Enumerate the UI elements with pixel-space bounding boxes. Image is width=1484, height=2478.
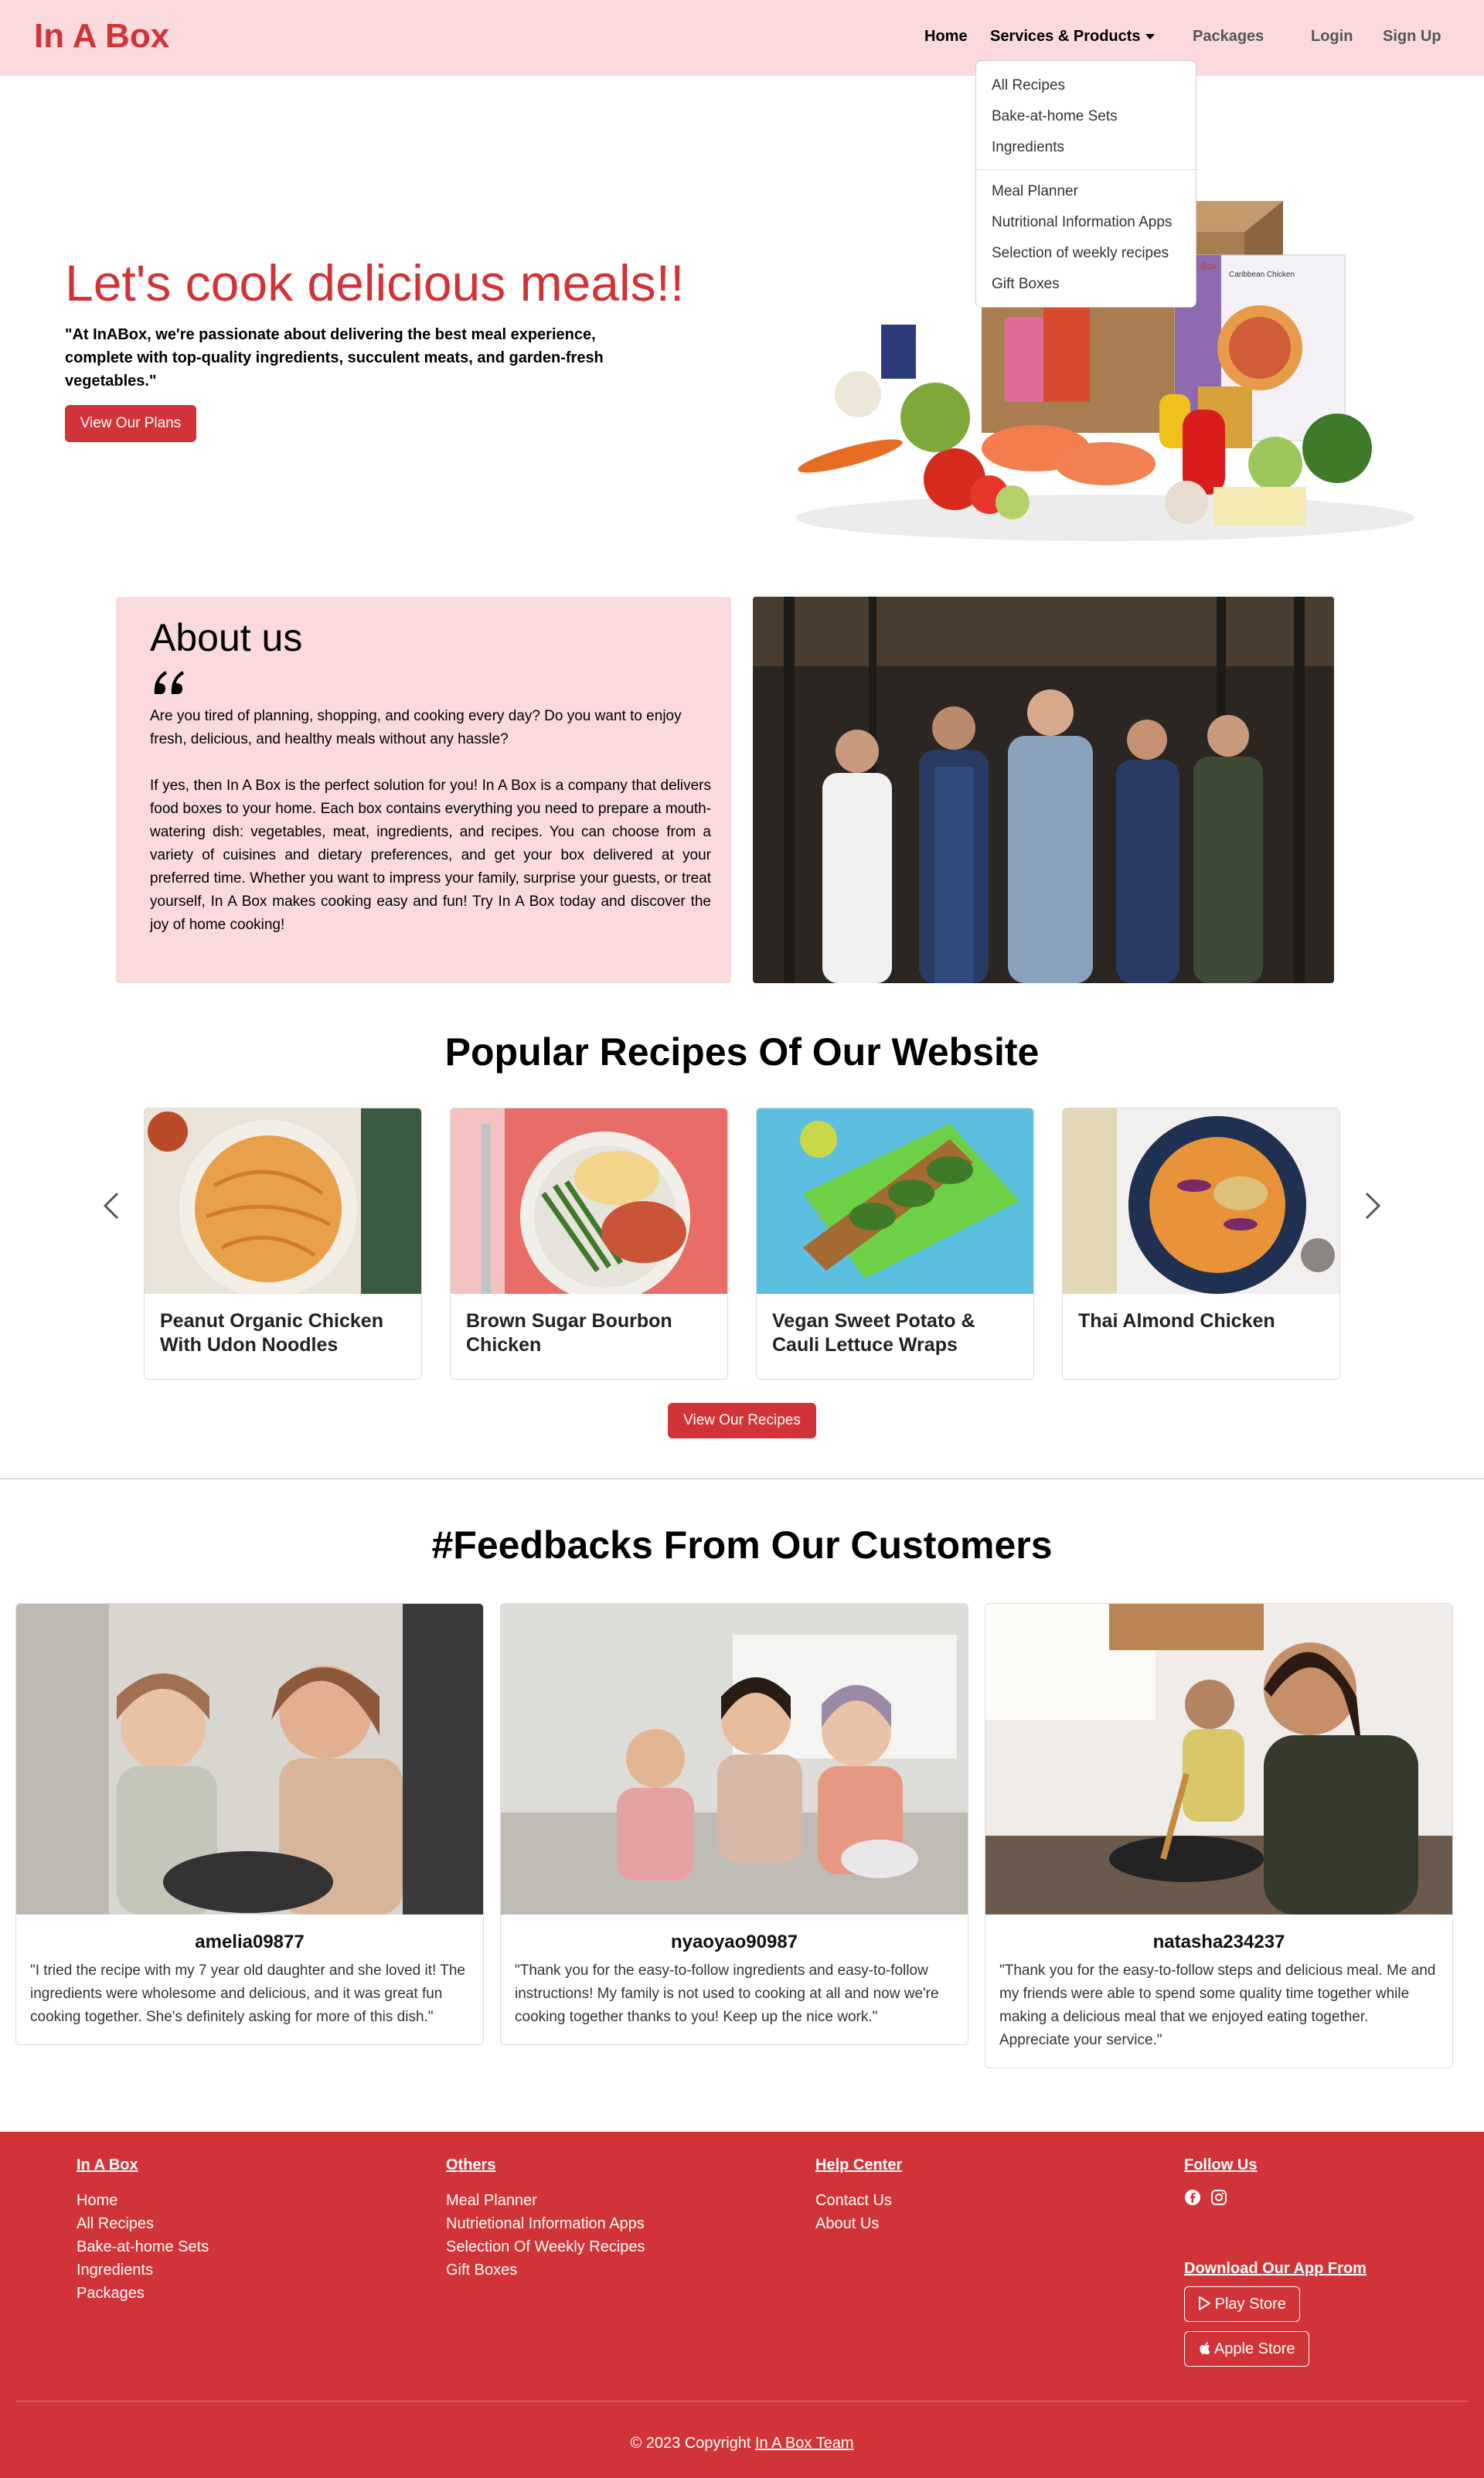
- recipe-image: [1063, 1108, 1339, 1294]
- play-icon: [1199, 2296, 1211, 2311]
- caret-down-icon: [1145, 34, 1155, 40]
- hero-card-title: Caribbean Chicken: [1229, 271, 1295, 279]
- about-paragraph-1: Are you tired of planning, shopping, and…: [150, 708, 682, 747]
- footer-heading[interactable]: Others: [446, 2156, 645, 2175]
- facebook-icon[interactable]: [1184, 2189, 1201, 2206]
- dropdown-item-ingredients[interactable]: Ingredients: [976, 132, 1196, 163]
- feedback-card: amelia09877 "I tried the recipe with my …: [15, 1603, 484, 2045]
- footer-link-weekly-recipes[interactable]: Selection Of Weekly Recipes: [446, 2235, 645, 2258]
- footer: In A Box Home All Recipes Bake-at-home S…: [0, 2132, 1484, 2478]
- copyright-text: © 2023 Copyright: [630, 2435, 751, 2452]
- navbar: In A Box Home Services & Products Packag…: [0, 0, 1484, 76]
- footer-link-meal-planner[interactable]: Meal Planner: [446, 2189, 645, 2212]
- recipe-card[interactable]: Peanut Organic Chicken With Udon Noodles: [144, 1108, 422, 1380]
- recipes-section-title: Popular Recipes Of Our Website: [444, 1030, 1040, 1074]
- dropdown-item-meal-planner[interactable]: Meal Planner: [976, 176, 1196, 207]
- dropdown-item-gift-boxes[interactable]: Gift Boxes: [976, 269, 1196, 300]
- about-title: About us: [150, 616, 303, 659]
- feedback-text: "Thank you for the easy-to-follow ingred…: [515, 1962, 939, 2025]
- footer-link-ingredients[interactable]: Ingredients: [77, 2258, 209, 2282]
- footer-col-help: Help Center Contact Us About Us: [815, 2156, 902, 2235]
- play-store-label: Play Store: [1214, 2296, 1286, 2313]
- quote-icon: [154, 671, 184, 694]
- carousel-prev-icon[interactable]: [102, 1190, 121, 1221]
- copyright-team-link[interactable]: In A Box Team: [755, 2435, 854, 2452]
- dropdown-item-nutritional-apps[interactable]: Nutritional Information Apps: [976, 207, 1196, 238]
- hero-quote: "At InABox, we're passionate about deliv…: [65, 326, 604, 390]
- recipe-card[interactable]: Brown Sugar Bourbon Chicken: [450, 1108, 728, 1380]
- nav-packages-link[interactable]: Packages: [1193, 28, 1264, 46]
- footer-link-all-recipes[interactable]: All Recipes: [77, 2212, 209, 2235]
- feedback-username: natasha234237: [1152, 1932, 1285, 1952]
- nav-services-label: Services & Products: [990, 28, 1141, 45]
- view-plans-button[interactable]: View Our Plans: [65, 405, 196, 442]
- dropdown-item-weekly-recipes[interactable]: Selection of weekly recipes: [976, 238, 1196, 269]
- social-icons: [1184, 2189, 1257, 2206]
- instagram-icon[interactable]: [1210, 2189, 1227, 2206]
- footer-col-follow: Follow Us: [1184, 2156, 1257, 2206]
- services-dropdown-menu: All Recipes Bake-at-home Sets Ingredient…: [975, 60, 1196, 308]
- view-recipes-button[interactable]: View Our Recipes: [668, 1403, 816, 1438]
- feedback-username: amelia09877: [195, 1932, 305, 1952]
- footer-col-inabox: In A Box Home All Recipes Bake-at-home S…: [77, 2156, 209, 2305]
- about-paragraph-2: If yes, then In A Box is the perfect sol…: [150, 778, 711, 933]
- recipe-card[interactable]: Vegan Sweet Potato & Cauli Lettuce Wraps: [756, 1108, 1034, 1380]
- footer-link-bake-at-home-sets[interactable]: Bake-at-home Sets: [77, 2235, 209, 2258]
- footer-link-home[interactable]: Home: [77, 2189, 209, 2212]
- recipe-image: [757, 1108, 1033, 1294]
- team-photo: [753, 597, 1334, 983]
- recipe-name: Thai Almond Chicken: [1078, 1310, 1275, 1332]
- recipe-card[interactable]: Thai Almond Chicken: [1062, 1108, 1340, 1380]
- about-section: About us Are you tired of planning, shop…: [116, 597, 731, 983]
- nav-services-dropdown[interactable]: Services & Products: [990, 28, 1155, 46]
- dropdown-item-bake-at-home-sets[interactable]: Bake-at-home Sets: [976, 101, 1196, 132]
- recipe-image: [451, 1108, 727, 1294]
- footer-link-nutrition-apps[interactable]: Nutrietional Information Apps: [446, 2212, 645, 2235]
- brand-logo[interactable]: In A Box: [34, 17, 169, 56]
- dropdown-item-all-recipes[interactable]: All Recipes: [976, 70, 1196, 101]
- footer-link-contact-us[interactable]: Contact Us: [815, 2189, 902, 2212]
- apple-store-button[interactable]: Apple Store: [1184, 2331, 1309, 2367]
- feedback-username: nyaoyao90987: [670, 1932, 798, 1952]
- footer-link-gift-boxes[interactable]: Gift Boxes: [446, 2258, 645, 2282]
- recipe-name: Brown Sugar Bourbon Chicken: [466, 1310, 672, 1356]
- footer-link-packages[interactable]: Packages: [77, 2282, 209, 2305]
- apple-store-label: Apple Store: [1213, 2340, 1295, 2357]
- play-store-button[interactable]: Play Store: [1184, 2286, 1300, 2322]
- feedback-card: natasha234237 "Thank you for the easy-to…: [985, 1603, 1453, 2068]
- footer-heading[interactable]: Follow Us: [1184, 2156, 1257, 2175]
- section-divider: [0, 1478, 1484, 1479]
- footer-col-others: Others Meal Planner Nutrietional Informa…: [446, 2156, 645, 2282]
- dropdown-divider: [976, 169, 1196, 170]
- footer-heading[interactable]: In A Box: [77, 2156, 209, 2175]
- download-app-heading: Download Our App From: [1184, 2260, 1367, 2277]
- footer-heading[interactable]: Help Center: [815, 2156, 902, 2175]
- hero-title: Let's cook delicious meals!!: [65, 254, 685, 311]
- footer-link-about-us[interactable]: About Us: [815, 2212, 902, 2235]
- feedback-photo: [501, 1604, 968, 1915]
- feedback-section-title: #Feedbacks From Our Customers: [431, 1523, 1053, 1567]
- feedback-text: "Thank you for the easy-to-follow steps …: [999, 1962, 1436, 2048]
- carousel-next-icon[interactable]: [1363, 1190, 1382, 1221]
- nav-login-link[interactable]: Login: [1311, 28, 1353, 46]
- recipe-image: [145, 1108, 421, 1294]
- recipe-name: Peanut Organic Chicken With Udon Noodles: [160, 1310, 383, 1356]
- nav-signup-link[interactable]: Sign Up: [1383, 28, 1441, 46]
- feedback-text: "I tried the recipe with my 7 year old d…: [30, 1962, 465, 2025]
- nav-home-link[interactable]: Home: [924, 28, 968, 46]
- recipe-name: Vegan Sweet Potato & Cauli Lettuce Wraps: [772, 1310, 975, 1356]
- feedback-photo: [16, 1604, 483, 1915]
- apple-icon: [1199, 2342, 1210, 2354]
- copyright: © 2023 Copyright In A Box Team: [0, 2435, 1484, 2452]
- feedback-card: nyaoyao90987 "Thank you for the easy-to-…: [500, 1603, 968, 2045]
- feedback-photo: [985, 1604, 1452, 1915]
